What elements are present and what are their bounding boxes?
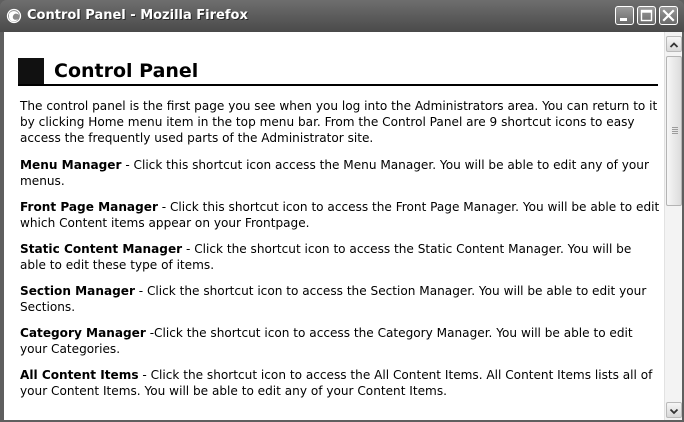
list-item: Section Manager - Click the shortcut ico… (20, 283, 660, 315)
item-title: Menu Manager (20, 158, 122, 172)
close-icon (662, 9, 675, 22)
chevron-up-icon (669, 42, 679, 48)
scrollbar-thumb[interactable] (666, 56, 682, 206)
window-title: Control Panel - Mozilla Firefox (27, 8, 248, 23)
item-title: Category Manager (20, 326, 146, 340)
page-header: Control Panel (18, 58, 658, 86)
item-title: Static Content Manager (20, 242, 183, 256)
firefox-icon (6, 8, 22, 24)
grip-line (672, 131, 678, 132)
maximize-button[interactable] (637, 6, 656, 25)
browser-window: Control Panel - Mozilla Firefox Control … (0, 0, 684, 422)
vertical-scrollbar[interactable] (664, 32, 682, 420)
article-body: The control panel is the first page you … (20, 98, 660, 409)
list-item: Category Manager -Click the shortcut ico… (20, 325, 660, 357)
scroll-down-button[interactable] (666, 402, 682, 418)
grip-line (672, 129, 678, 130)
list-item: Menu Manager - Click this shortcut icon … (20, 157, 660, 189)
list-item: Front Page Manager - Click this shortcut… (20, 199, 660, 231)
scroll-up-button[interactable] (666, 36, 682, 52)
page-title: Control Panel (54, 60, 199, 82)
item-title: Section Manager (20, 284, 135, 298)
item-title: Front Page Manager (20, 200, 158, 214)
page-content: Control Panel The control panel is the f… (4, 32, 664, 420)
grip-line (672, 133, 678, 134)
title-bar[interactable]: Control Panel - Mozilla Firefox (0, 0, 684, 32)
close-button[interactable] (659, 6, 678, 25)
grip-line (672, 127, 678, 128)
item-title: All Content Items (20, 368, 139, 382)
intro-paragraph: The control panel is the first page you … (20, 99, 658, 145)
minimize-icon (620, 18, 627, 21)
list-item: All Content Items - Click the shortcut i… (20, 367, 660, 399)
maximize-icon (640, 9, 653, 22)
chevron-down-icon (669, 408, 679, 415)
minimize-button[interactable] (615, 6, 634, 25)
list-item: Static Content Manager - Click the short… (20, 241, 660, 273)
heading-square-icon (18, 58, 44, 84)
